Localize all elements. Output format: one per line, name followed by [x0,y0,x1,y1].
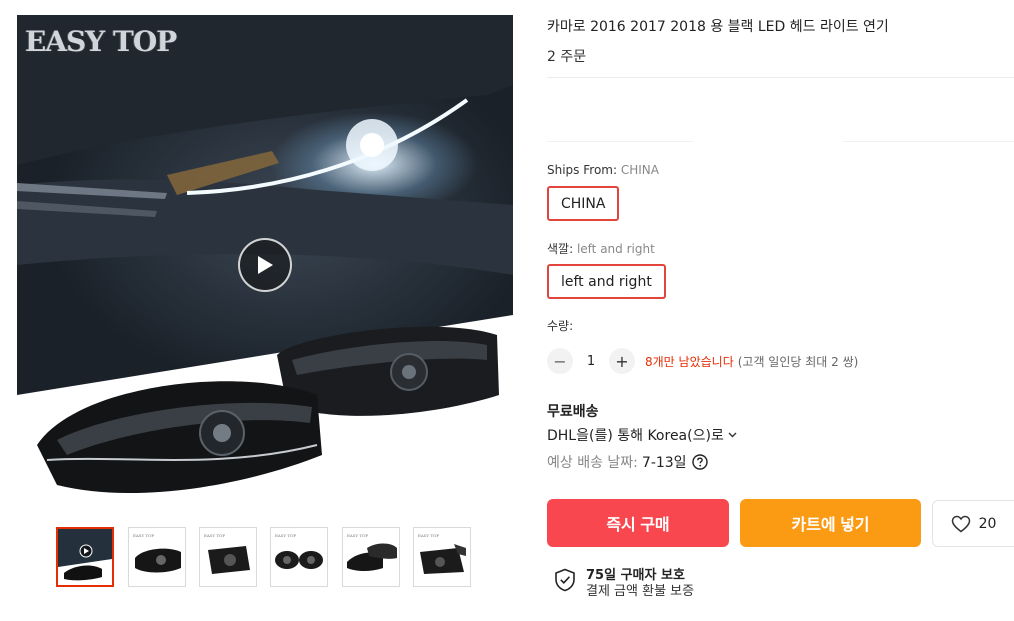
protection-title: 75일 구매자 보호 [586,568,685,583]
thumbnail-6[interactable]: EASY TOP [413,527,471,587]
heart-icon [951,515,970,532]
thumbnail-4[interactable]: EASY TOP [270,527,328,587]
order-count: 2 주문 [547,49,587,65]
ships-from-value: CHINA [620,163,659,177]
thumbnail-brand: EASY TOP [418,533,440,538]
thumbnail-image [58,529,112,585]
main-product-image[interactable]: EASY TOP [17,15,513,511]
divider [547,141,693,142]
quantity-label: 수량: [547,319,574,333]
delivery-days: 7-13일 [641,455,687,471]
product-info-panel: 카마로 2016 2017 2018 용 블랙 LED 헤드 라이트 연기 2 … [547,0,1014,621]
thumbnail-brand: EASY TOP [204,533,226,538]
wishlist-button[interactable]: 20 [932,500,1014,547]
quantity-increase-button[interactable]: + [609,348,635,374]
quantity-value[interactable]: 1 [573,354,609,369]
add-to-cart-button[interactable]: 카트에 넣기 [740,499,921,547]
quantity-stepper: − 1 + 8개만 남았습니다 (고객 일인당 최대 2 쌍) [547,347,858,375]
buyer-protection: 75일 구매자 보호 결제 금액 환불 보증 [554,568,694,600]
wishlist-count: 20 [978,515,997,532]
brand-watermark: EASY TOP [25,25,177,58]
free-shipping-label: 무료배송 [547,404,599,420]
thumbnail-brand: EASY TOP [275,533,297,538]
divider [547,77,1014,78]
shipping-method-selector[interactable]: DHL을(를) 통해 Korea(으)로 [547,425,737,445]
ships-from-title: Ships From: [547,163,618,177]
color-title: 색깔: [547,242,574,256]
color-value: left and right [576,242,655,256]
thumbnail-brand: EASY TOP [133,533,155,538]
chevron-down-icon [728,432,737,438]
color-label: 색깔: left and right [547,240,655,257]
buy-now-button[interactable]: 즉시 구매 [547,499,729,547]
shield-check-icon [555,568,575,592]
quantity-decrease-button[interactable]: − [547,348,573,374]
thumbnail-brand: EASY TOP [347,533,369,538]
color-option-left-and-right[interactable]: left and right [547,264,666,299]
stock-remaining: 8개만 남았습니다 [645,354,734,369]
protection-subtitle: 결제 금액 환불 보증 [586,584,695,599]
product-title: 카마로 2016 2017 2018 용 블랙 LED 헤드 라이트 연기 [547,19,889,35]
shipping-method-text: DHL을(를) 통해 Korea(으)로 [547,428,724,444]
purchase-limit: (고객 일인당 최대 2 쌍) [737,354,859,369]
ships-from-option-china[interactable]: CHINA [547,186,620,221]
play-icon [258,256,273,274]
delivery-label: 예상 배송 날짜: [547,455,638,471]
thumbnail-2[interactable]: EASY TOP [128,527,186,587]
help-icon[interactable] [691,454,708,470]
thumbnail-1[interactable] [56,527,114,587]
estimated-delivery: 예상 배송 날짜: 7-13일 [547,452,708,472]
thumbnail-5[interactable]: EASY TOP [342,527,400,587]
play-video-button[interactable] [238,238,292,292]
divider [843,141,1014,142]
ships-from-label: Ships From: CHINA [547,163,659,177]
thumbnail-3[interactable]: EASY TOP [199,527,257,587]
